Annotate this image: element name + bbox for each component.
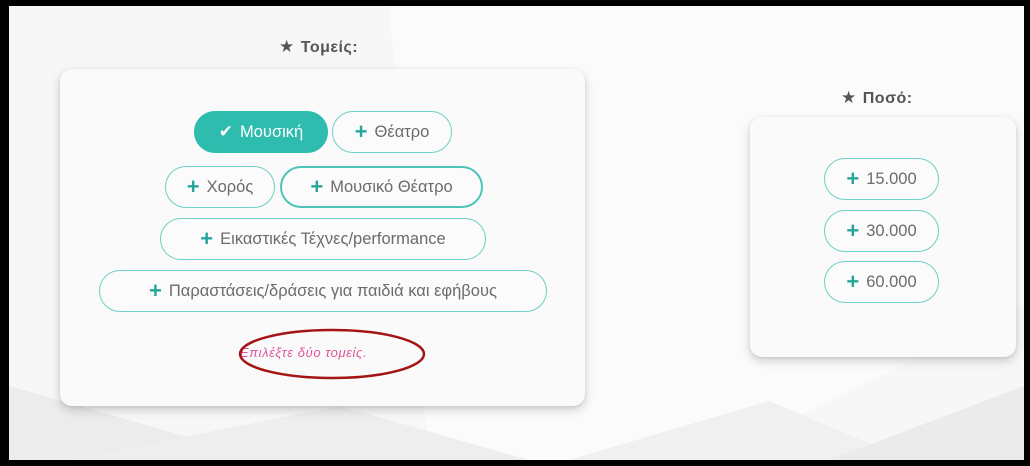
plus-icon: + [200,226,214,251]
sector-option-label: Εικαστικές Τέχνες/performance [220,229,446,248]
plus-icon: + [846,166,860,191]
amount-label: ★ Ποσό: [841,88,913,108]
sector-option-label: Μουσικό Θέατρο [330,177,453,196]
required-star-icon: ★ [279,37,295,56]
amount-option-label: 30.000 [866,221,917,240]
sector-validation-hint: Επιλέξτε δύο τομείς. [240,345,368,360]
sector-option-theatre[interactable]: + Θέατρο [332,111,452,153]
plus-icon: + [354,119,368,144]
sector-option-dance[interactable]: + Χορός [165,166,275,208]
sector-option-youth-performances[interactable]: + Παραστάσεις/δράσεις για παιδιά και εφήβ… [99,270,547,312]
amount-label-text: Ποσό: [862,90,913,107]
required-star-icon: ★ [841,88,857,107]
amount-option-label: 15.000 [866,169,917,188]
page-frame: ★ Τομείς: ✔ Μουσική + Θέατρο + Χορός + Μουσικ… [0,0,1030,466]
sector-option-label: Χορός [206,177,254,196]
amount-option-30000[interactable]: +30.000 [824,210,939,252]
check-icon: ✔ [218,122,233,141]
sector-option-label: Παραστάσεις/δράσεις για παιδιά και εφήβο… [168,281,497,300]
sector-option-musical-theatre[interactable]: + Μουσικό Θέατρο [280,166,483,208]
sector-option-label: Θέατρο [374,122,430,141]
amount-option-label: 60.000 [866,272,917,291]
plus-icon: + [149,278,162,303]
sector-option-visual-arts[interactable]: + Εικαστικές Τέχνες/performance [160,218,486,260]
amount-option-60000[interactable]: +60.000 [824,261,939,303]
amount-option-15000[interactable]: +15.000 [824,158,939,200]
sector-option-music[interactable]: ✔ Μουσική [194,111,328,153]
sectors-label: ★ Τομείς: [279,37,358,57]
plus-icon: + [846,269,860,294]
sector-option-label: Μουσική [240,122,304,141]
plus-icon: + [186,174,200,199]
sectors-label-text: Τομείς: [300,39,359,56]
plus-icon: + [310,174,324,199]
plus-icon: + [846,218,860,243]
